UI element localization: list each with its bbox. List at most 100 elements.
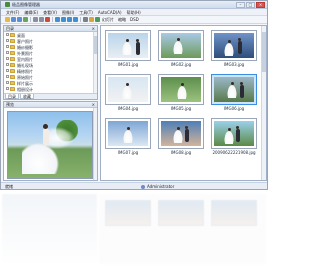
thumbnail-item[interactable]: IMG01.jpg [105,30,151,68]
thumbnail-caption: IMG06.jpg [223,106,245,111]
folder-tree: 桌面客户照片婚纱摄影外景照片室内照片婚礼现场精修照片原始照片样片展示相册设计待修… [4,32,97,93]
photo-groom-shape [136,42,140,55]
menu-view[interactable]: 查看(V) [42,10,58,15]
thumbnail-grid: IMG01.jpg IMG02.jpg IMG03.jpg IMG04.jpg IMG0… [100,25,267,181]
toolbar-slideshow-label[interactable]: 幻灯片 [102,17,114,22]
print-icon[interactable] [83,17,88,22]
photo-head-shape [236,126,239,129]
thumbnail-photo [108,121,148,146]
photo-head-shape [228,40,231,43]
tree-item-label: 精修照片 [17,68,33,74]
photo-bride-shape [227,84,237,98]
menu-help[interactable]: 帮助(H) [126,10,142,15]
thumbnail-caption: IMG07.jpg [117,150,139,155]
preview-head-shape [43,124,48,129]
reflection-thumbnail-pane [99,194,266,264]
folder-icon [10,69,15,73]
thumbnail-item[interactable]: 20090622221908.jpg [211,118,257,156]
expand-icon[interactable] [6,63,9,66]
expand-icon[interactable] [6,51,9,54]
back-icon[interactable] [11,17,16,22]
expand-icon[interactable] [6,87,9,90]
reflection-thumb [211,200,257,226]
thumbnail-item[interactable]: IMG07.jpg [105,118,151,156]
thumbnail-photo [214,121,254,146]
thumbnail-frame[interactable] [158,30,204,61]
folder-icon [10,51,15,55]
expand-icon[interactable] [6,45,9,48]
thumbnail-frame[interactable] [105,118,151,149]
menu-edit[interactable]: 编辑(E) [23,10,39,15]
expand-icon[interactable] [6,69,9,72]
zoom-in-icon[interactable] [67,17,72,22]
thumbnail-frame[interactable] [158,74,204,105]
reflection-thumb [105,200,151,226]
menu-file[interactable]: 文件(F) [5,10,20,15]
folder-icon [10,63,15,67]
folder-icon[interactable] [5,17,10,22]
copy-icon[interactable] [33,17,38,22]
rotate-left-icon[interactable] [55,17,60,22]
photo-bride-shape [122,85,132,99]
thumbnail-caption: IMG05.jpg [170,106,192,111]
menu-autocad[interactable]: AutoCAD(A) [97,10,123,15]
menu-tools[interactable]: 工具(T) [78,10,94,15]
thumbnail-frame[interactable] [211,30,257,61]
zoom-out-icon[interactable] [73,17,78,22]
tree-item-label: 客户照片 [17,38,33,44]
toolbar-dsd-label[interactable]: DSD [130,17,139,22]
photo-bride-shape [173,40,183,54]
thumbnail-caption: IMG08.jpg [170,150,192,155]
toolbar-separator [52,17,53,22]
expand-icon[interactable] [6,39,9,42]
thumbnail-item[interactable]: IMG02.jpg [158,30,204,68]
photo-groom-shape [185,129,189,142]
toolbar-thumbnail-label[interactable]: 缩略 [118,17,126,22]
up-icon[interactable] [23,17,28,22]
folder-icon [10,75,15,79]
thumbnail-item[interactable]: IMG08.jpg [158,118,204,156]
thumbnail-frame[interactable] [105,30,151,61]
forward-icon[interactable] [17,17,22,22]
thumbnail-item[interactable]: IMG05.jpg [158,74,204,112]
tree-item-label: 样片展示 [17,80,33,86]
photo-head-shape [126,39,129,42]
thumbnail-photo [108,77,148,102]
thumbnail-frame[interactable] [105,74,151,105]
photo-head-shape [126,83,129,86]
minimize-button[interactable]: – [236,2,245,8]
expand-icon[interactable] [6,57,9,60]
thumbnail-scrollbar[interactable] [261,26,266,180]
rotate-right-icon[interactable] [61,17,66,22]
delete-icon[interactable] [45,17,50,22]
thumbnail-frame[interactable] [211,74,257,105]
photo-head-shape [136,39,139,42]
thumbnail-frame[interactable] [211,118,257,149]
expand-icon[interactable] [6,75,9,78]
thumbnail-scroll-thumb[interactable] [262,32,266,72]
email-icon[interactable] [89,17,94,22]
menu-image[interactable]: 图像(I) [61,10,75,15]
slideshow-icon[interactable] [95,17,100,22]
preview-veil-shape [48,126,76,150]
maximize-button[interactable]: □ [246,2,255,8]
thumbnail-item[interactable]: IMG03.jpg [211,30,257,68]
thumbnail-item[interactable]: IMG06.jpg [211,74,257,112]
status-user: Administrator [147,184,175,189]
thumbnail-caption: 20090622221908.jpg [212,150,256,155]
expand-icon[interactable] [6,81,9,84]
expand-icon[interactable] [6,33,9,36]
folder-icon [10,57,15,61]
folder-icon [10,87,15,91]
tab-folders[interactable]: 目录 [5,94,19,99]
tab-favorites[interactable]: 收藏 [20,94,34,99]
photo-head-shape [127,127,130,130]
preview-scrollbar[interactable] [93,108,97,180]
cut-icon[interactable] [39,17,44,22]
thumbnail-frame[interactable] [158,118,204,149]
close-button[interactable]: × [256,2,265,8]
thumbnail-item[interactable]: IMG04.jpg [105,74,151,112]
menu-bar: 文件(F) 编辑(E) 查看(V) 图像(I) 工具(T) AutoCAD(A)… [1,9,267,16]
photo-head-shape [177,38,180,41]
photo-groom-shape [240,85,244,98]
